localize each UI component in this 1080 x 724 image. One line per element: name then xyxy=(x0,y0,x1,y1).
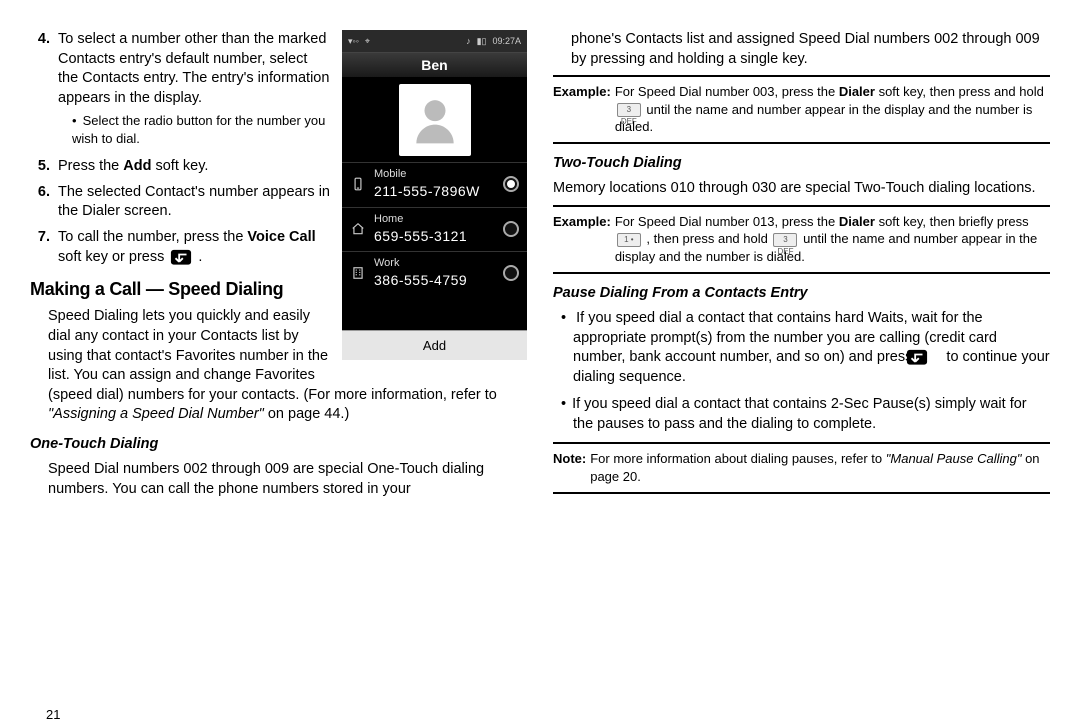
avatar-zone xyxy=(342,78,527,162)
phone-frame: ▾◦◦ ⌖ ♪ ▮▯ 09:27A Ben xyxy=(342,30,527,360)
avatar xyxy=(399,84,471,156)
pause-bullet-2: If you speed dial a contact that contain… xyxy=(561,395,1050,434)
status-bar: ▾◦◦ ⌖ ♪ ▮▯ 09:27A xyxy=(342,30,527,52)
key-3-icon-b: 3 DEF xyxy=(773,233,797,247)
two-touch-para: Memory locations 010 through 030 are spe… xyxy=(553,179,1050,199)
number-row-work[interactable]: Work386-555-4759 xyxy=(342,251,527,296)
battery-icon: ▮▯ xyxy=(477,35,487,47)
rule xyxy=(553,272,1050,274)
page-number: 21 xyxy=(46,706,60,724)
key-3-icon: 3 DEF xyxy=(617,103,641,117)
sound-icon: ♪ xyxy=(466,35,471,47)
signal-icon: ▾◦◦ xyxy=(348,35,359,47)
rule xyxy=(553,205,1050,207)
one-touch-cont: phone's Contacts list and assigned Speed… xyxy=(571,30,1050,69)
row-label: Home xyxy=(374,212,495,227)
rule xyxy=(553,442,1050,444)
radio-mobile[interactable] xyxy=(503,176,519,192)
key-1-icon: 1 • xyxy=(617,233,641,247)
row-number: 386-555-4759 xyxy=(374,271,495,290)
home-icon xyxy=(350,221,366,237)
work-icon xyxy=(350,265,366,281)
bt-icon: ⌖ xyxy=(365,35,370,47)
number-row-mobile[interactable]: Mobile211-555-7896W xyxy=(342,162,527,207)
right-column: phone's Contacts list and assigned Speed… xyxy=(553,30,1050,710)
step-4: 4.To select a number other than the mark… xyxy=(30,30,330,151)
heading-two-touch: Two-Touch Dialing xyxy=(553,154,1050,174)
row-label: Work xyxy=(374,256,495,271)
pause-bullet-1: If you speed dial a contact that contain… xyxy=(561,309,1050,387)
pause-bullets: If you speed dial a contact that contain… xyxy=(561,309,1050,434)
send-key-icon xyxy=(918,349,940,365)
example-013: Example: For Speed Dial number 013, pres… xyxy=(553,213,1050,266)
example-003: Example: For Speed Dial number 003, pres… xyxy=(553,83,1050,136)
row-number: 659-555-3121 xyxy=(374,227,495,246)
softkey-add[interactable]: Add xyxy=(342,330,527,360)
left-column: ▾◦◦ ⌖ ♪ ▮▯ 09:27A Ben xyxy=(30,30,527,710)
radio-home[interactable] xyxy=(503,221,519,237)
radio-work[interactable] xyxy=(503,265,519,281)
phone-screenshot: ▾◦◦ ⌖ ♪ ▮▯ 09:27A Ben xyxy=(342,30,527,360)
send-key-icon xyxy=(170,249,192,265)
contact-title: Ben xyxy=(342,52,527,78)
step-5: 5.Press the Add soft key. xyxy=(30,157,330,177)
note-manual-pause: Note: For more information about dialing… xyxy=(553,450,1050,485)
number-row-home[interactable]: Home659-555-3121 xyxy=(342,207,527,252)
clock: 09:27A xyxy=(492,35,521,47)
step-6: 6.The selected Contact's number appears … xyxy=(30,183,330,222)
rule xyxy=(553,492,1050,494)
row-number: 211-555-7896W xyxy=(374,182,495,201)
step-4-text: To select a number other than the marked… xyxy=(58,31,329,106)
row-label: Mobile xyxy=(374,167,495,182)
rule xyxy=(553,75,1050,77)
step-4-bullet: Select the radio button for the number y… xyxy=(72,112,330,147)
heading-one-touch: One-Touch Dialing xyxy=(30,435,527,455)
contact-number-list: Mobile211-555-7896W Home659-555-3121 Wor… xyxy=(342,162,527,330)
manual-page: ▾◦◦ ⌖ ♪ ▮▯ 09:27A Ben xyxy=(0,0,1080,720)
mobile-icon xyxy=(350,176,366,192)
step-7: 7.To call the number, press the Voice Ca… xyxy=(30,228,330,267)
one-touch-para: Speed Dial numbers 002 through 009 are s… xyxy=(48,460,527,499)
rule xyxy=(553,142,1050,144)
heading-pause-dialing: Pause Dialing From a Contacts Entry xyxy=(553,284,1050,304)
